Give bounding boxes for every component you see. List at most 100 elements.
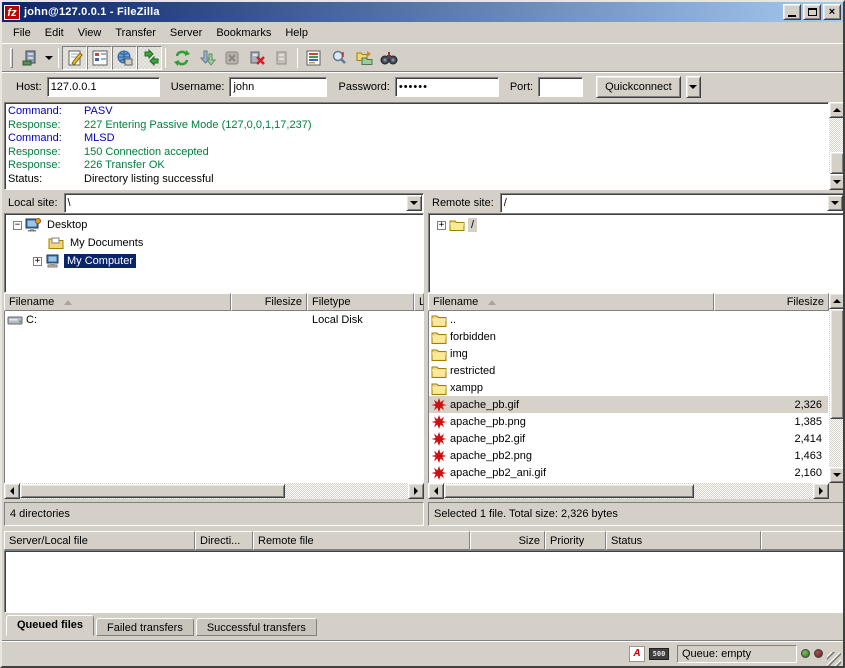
toolbar-grip[interactable]: [10, 48, 13, 68]
tab-queued-files[interactable]: Queued files: [6, 615, 94, 636]
cancel-operation-button[interactable]: [219, 46, 244, 70]
file-row-apache-pb-gif[interactable]: apache_pb.gif 2,326: [429, 396, 828, 413]
column-header-remote-file[interactable]: Remote file: [253, 531, 470, 550]
chevron-down-icon: [410, 201, 418, 209]
expand-toggle[interactable]: +: [437, 221, 446, 230]
menu-transfer[interactable]: Transfer: [108, 24, 163, 42]
file-row-apache-pb-png[interactable]: apache_pb.png 1,385: [429, 413, 828, 430]
scroll-up-button[interactable]: [829, 293, 845, 309]
disconnect-button[interactable]: [244, 46, 269, 70]
local-list-horizontal-scrollbar[interactable]: [4, 483, 424, 499]
scroll-left-button[interactable]: [4, 483, 20, 499]
file-row-apache-pb2-png[interactable]: apache_pb2.png 1,463: [429, 447, 828, 464]
menu-view[interactable]: View: [71, 24, 109, 42]
menu-file[interactable]: File: [6, 24, 38, 42]
resize-grip[interactable]: [827, 652, 841, 666]
message-log-body[interactable]: Command:PASV Response:227 Entering Passi…: [4, 102, 829, 190]
quickconnect-dropdown[interactable]: [686, 76, 701, 98]
tree-item-my-documents[interactable]: My Documents: [5, 234, 423, 252]
local-site-dropdown[interactable]: [406, 195, 422, 211]
scroll-left-button[interactable]: [428, 483, 444, 499]
title-bar[interactable]: fz john@127.0.0.1 - FileZilla ×: [2, 2, 843, 22]
toggle-local-tree-button[interactable]: [87, 46, 112, 70]
close-button[interactable]: ×: [823, 4, 841, 20]
remote-site-combo[interactable]: /: [500, 193, 845, 213]
file-row-xampp[interactable]: xampp: [429, 379, 828, 396]
remote-directory-tree[interactable]: + /: [428, 213, 845, 293]
menu-bookmarks[interactable]: Bookmarks: [209, 24, 278, 42]
log-vertical-scrollbar[interactable]: [829, 102, 845, 190]
scroll-up-button[interactable]: [829, 102, 845, 118]
quickconnect-button[interactable]: Quickconnect: [596, 76, 681, 98]
file-search-button[interactable]: [326, 46, 351, 70]
toggle-queue-button[interactable]: [137, 46, 162, 70]
column-header-server-local-file[interactable]: Server/Local file: [4, 531, 195, 550]
maximize-button[interactable]: [803, 4, 821, 20]
file-row-img[interactable]: img: [429, 345, 828, 362]
queue-list-body[interactable]: [4, 550, 845, 613]
site-manager-button[interactable]: [17, 46, 42, 70]
tab-failed-transfers[interactable]: Failed transfers: [96, 618, 194, 636]
tree-item-my-computer[interactable]: + My Computer: [5, 252, 423, 270]
refresh-button[interactable]: [169, 46, 194, 70]
column-header-filename[interactable]: Filename: [428, 293, 714, 311]
toolbar-separator: [165, 48, 166, 68]
collapse-toggle[interactable]: −: [13, 221, 22, 230]
scroll-right-button[interactable]: [408, 483, 424, 499]
scroll-thumb[interactable]: [830, 152, 844, 174]
column-header-last-modified[interactable]: L: [414, 293, 424, 311]
scroll-right-button[interactable]: [813, 483, 829, 499]
column-header-filetype[interactable]: Filetype: [307, 293, 414, 311]
directory-filter-button[interactable]: [301, 46, 326, 70]
toggle-remote-tree-button[interactable]: [112, 46, 137, 70]
tree-item-desktop[interactable]: − Desktop: [5, 216, 423, 234]
site-manager-dropdown[interactable]: [42, 46, 55, 70]
remote-list-horizontal-scrollbar[interactable]: [428, 483, 829, 499]
remote-list-body[interactable]: .. forbidden img res: [428, 311, 829, 483]
scroll-down-button[interactable]: [829, 174, 845, 190]
process-queue-button[interactable]: [194, 46, 219, 70]
local-site-combo[interactable]: \: [64, 193, 424, 213]
expand-toggle[interactable]: +: [33, 257, 42, 266]
file-row-parent[interactable]: ..: [429, 311, 828, 328]
menu-help[interactable]: Help: [278, 24, 315, 42]
file-row-apache-pb2-gif[interactable]: apache_pb2.gif 2,414: [429, 430, 828, 447]
scroll-thumb[interactable]: [20, 484, 285, 498]
toggle-message-log-button[interactable]: [62, 46, 87, 70]
column-header-filesize[interactable]: Filesize: [714, 293, 829, 311]
column-header-priority[interactable]: Priority: [545, 531, 606, 550]
column-header-filesize[interactable]: Filesize: [231, 293, 307, 311]
refresh-icon: [173, 49, 191, 67]
port-input[interactable]: [538, 77, 583, 97]
file-row-forbidden[interactable]: forbidden: [429, 328, 828, 345]
tree-item-root[interactable]: + /: [429, 216, 844, 234]
directory-comparison-button[interactable]: [351, 46, 376, 70]
file-row-restricted[interactable]: restricted: [429, 362, 828, 379]
scroll-down-button[interactable]: [829, 467, 845, 483]
speed-limit-icon[interactable]: 500: [649, 648, 669, 660]
column-header-blank: [761, 531, 845, 550]
column-header-filename[interactable]: Filename: [4, 293, 231, 311]
reconnect-button[interactable]: [269, 46, 294, 70]
synchronized-browsing-button[interactable]: [376, 46, 401, 70]
username-input[interactable]: [229, 77, 327, 97]
scroll-thumb[interactable]: [444, 484, 694, 498]
ascii-data-type-icon[interactable]: A: [629, 646, 645, 662]
scroll-thumb[interactable]: [830, 309, 844, 419]
menu-server[interactable]: Server: [163, 24, 209, 42]
password-input[interactable]: [395, 77, 499, 97]
folder-icon: [431, 347, 447, 361]
column-header-direction[interactable]: Directi...: [195, 531, 253, 550]
file-row-apache-pb2-ani-gif[interactable]: apache_pb2_ani.gif 2,160: [429, 464, 828, 481]
column-header-status[interactable]: Status: [606, 531, 761, 550]
file-row-c-drive[interactable]: C: Local Disk: [5, 311, 423, 328]
remote-list-vertical-scrollbar[interactable]: [829, 293, 845, 483]
local-directory-tree[interactable]: − Desktop My Documents + My Compu: [4, 213, 424, 293]
local-list-body[interactable]: C: Local Disk: [4, 311, 424, 483]
menu-edit[interactable]: Edit: [38, 24, 71, 42]
tab-successful-transfers[interactable]: Successful transfers: [196, 618, 317, 636]
column-header-size[interactable]: Size: [470, 531, 545, 550]
remote-site-dropdown[interactable]: [827, 195, 843, 211]
minimize-button[interactable]: [783, 4, 801, 20]
host-input[interactable]: [47, 77, 160, 97]
